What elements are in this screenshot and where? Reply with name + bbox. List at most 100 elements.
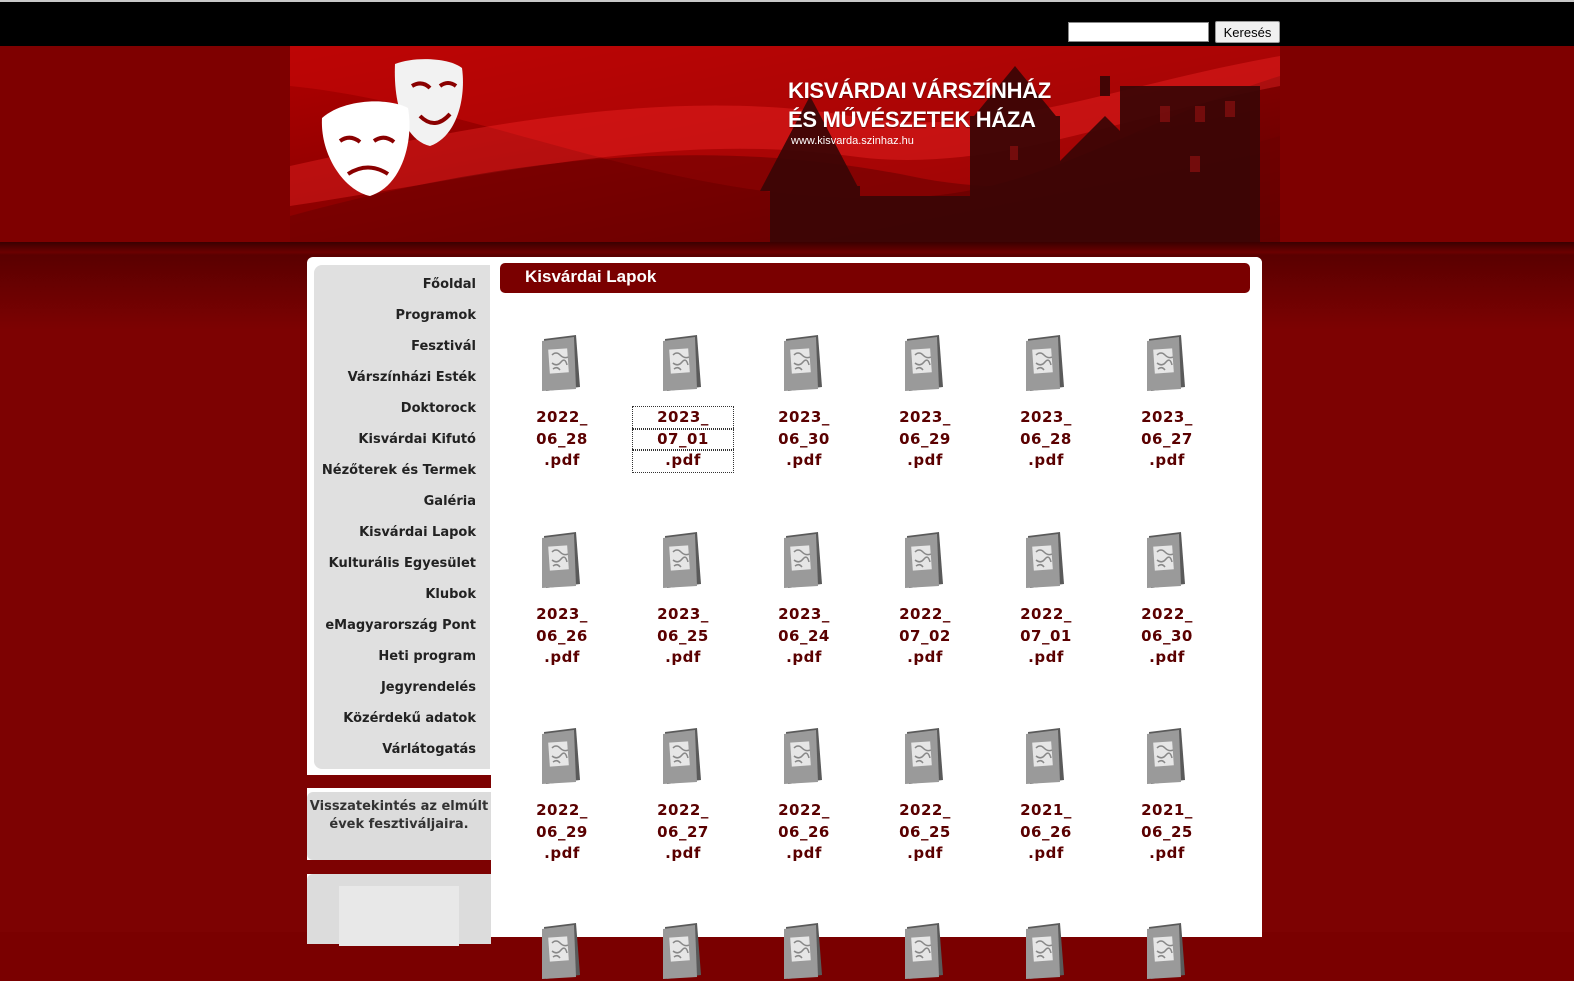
search-button[interactable]: Keresés bbox=[1215, 21, 1280, 43]
file-link[interactable]: 2022_ 06_26 .pdf bbox=[754, 800, 854, 865]
file-link[interactable]: 2023_ 07_01 .pdf bbox=[632, 406, 734, 473]
sidebar-item-12[interactable]: Heti program bbox=[378, 649, 476, 664]
file-item[interactable]: 2022_ 06_29 .pdf bbox=[512, 726, 612, 865]
file-item[interactable]: 2022_ 06_27 .pdf bbox=[633, 726, 733, 865]
file-document-icon[interactable] bbox=[754, 530, 854, 590]
file-document-icon[interactable] bbox=[1117, 530, 1217, 590]
file-item[interactable]: 2022_ 06_30 .pdf bbox=[1117, 530, 1217, 669]
sidebar-item-15[interactable]: Várlátogatás bbox=[382, 742, 476, 757]
file-item[interactable]: 2023_ 07_01 .pdf bbox=[632, 333, 734, 473]
file-document-icon[interactable] bbox=[996, 921, 1096, 981]
file-item[interactable]: 2023_ 06_24 .pdf bbox=[754, 530, 854, 669]
file-document-icon[interactable] bbox=[875, 530, 975, 590]
file-document-icon[interactable] bbox=[633, 726, 733, 786]
sidebar-item-6[interactable]: Nézőterek és Termek bbox=[322, 463, 476, 478]
file-name-part: 06_25 bbox=[1141, 822, 1193, 841]
sidebar-item-8[interactable]: Kisvárdai Lapok bbox=[359, 525, 476, 540]
file-item[interactable]: 2022_ 07_01 .pdf bbox=[996, 530, 1096, 669]
file-name-part: 2023_ bbox=[778, 408, 830, 426]
sidebar-item-5[interactable]: Kisvárdai Kifutó bbox=[358, 432, 476, 447]
file-link[interactable]: 2022_ 07_01 .pdf bbox=[996, 604, 1096, 669]
file-item-partial[interactable] bbox=[633, 921, 733, 981]
file-item[interactable]: 2022_ 06_28 .pdf bbox=[512, 333, 612, 472]
file-link[interactable]: 2022_ 06_27 .pdf bbox=[633, 800, 733, 865]
file-link[interactable]: 2021_ 06_25 .pdf bbox=[1117, 800, 1217, 865]
file-link[interactable]: 2022_ 06_28 .pdf bbox=[512, 407, 612, 472]
file-item[interactable]: 2023_ 06_26 .pdf bbox=[512, 530, 612, 669]
sidebar-item-2[interactable]: Fesztivál bbox=[411, 339, 476, 354]
file-document-icon[interactable] bbox=[875, 333, 975, 393]
file-document-icon[interactable] bbox=[996, 333, 1096, 393]
file-link[interactable]: 2023_ 06_27 .pdf bbox=[1117, 407, 1217, 472]
file-document-icon[interactable] bbox=[512, 921, 612, 981]
file-item[interactable]: 2021_ 06_25 .pdf bbox=[1117, 726, 1217, 865]
file-link[interactable]: 2023_ 06_25 .pdf bbox=[633, 604, 733, 669]
file-item[interactable]: 2022_ 06_26 .pdf bbox=[754, 726, 854, 865]
file-name-part: 07_01 bbox=[1020, 626, 1072, 645]
file-link[interactable]: 2023_ 06_26 .pdf bbox=[512, 604, 612, 669]
sidebar-item-7[interactable]: Galéria bbox=[424, 494, 476, 509]
file-item[interactable]: 2022_ 06_25 .pdf bbox=[875, 726, 975, 865]
sidebar-item-9[interactable]: Kulturális Egyesület bbox=[329, 556, 476, 571]
file-item-partial[interactable] bbox=[875, 921, 975, 981]
file-name-part: 07_02 bbox=[899, 626, 951, 645]
file-item-partial[interactable] bbox=[754, 921, 854, 981]
site-title-line2: ÉS MŰVÉSZETEK HÁZA bbox=[788, 107, 1036, 132]
page-title-bar: Kisvárdai Lapok bbox=[500, 263, 1250, 293]
file-document-icon[interactable] bbox=[1117, 726, 1217, 786]
file-document-icon[interactable] bbox=[754, 333, 854, 393]
file-document-icon[interactable] bbox=[875, 921, 975, 981]
site-url: www.kisvarda.szinhaz.hu bbox=[791, 135, 914, 147]
sidebar-item-11[interactable]: eMagyarország Pont bbox=[325, 618, 476, 633]
file-document-icon[interactable] bbox=[875, 726, 975, 786]
sidebar-item-4[interactable]: Doktorock bbox=[401, 401, 476, 416]
file-name-part: 06_26 bbox=[536, 626, 588, 645]
file-document-icon[interactable] bbox=[996, 530, 1096, 590]
file-name-part: 2021_ bbox=[1141, 801, 1193, 819]
sidebar-item-0[interactable]: Főoldal bbox=[423, 277, 476, 292]
file-document-icon[interactable] bbox=[512, 726, 612, 786]
file-link[interactable]: 2022_ 07_02 .pdf bbox=[875, 604, 975, 669]
file-link[interactable]: 2022_ 06_30 .pdf bbox=[1117, 604, 1217, 669]
search-input[interactable] bbox=[1068, 22, 1209, 42]
festival-archive-box[interactable]: Visszatekintés az elmúlt évek fesztiválj… bbox=[307, 792, 491, 860]
file-link[interactable]: 2023_ 06_29 .pdf bbox=[875, 407, 975, 472]
file-document-icon[interactable] bbox=[512, 333, 612, 393]
file-document-icon[interactable] bbox=[633, 921, 733, 981]
file-name-part: 2022_ bbox=[536, 408, 588, 426]
file-item-partial[interactable] bbox=[1117, 921, 1217, 981]
file-link[interactable]: 2023_ 06_30 .pdf bbox=[754, 407, 854, 472]
file-item[interactable]: 2021_ 06_26 .pdf bbox=[996, 726, 1096, 865]
sidebar-item-10[interactable]: Klubok bbox=[425, 587, 476, 602]
file-item-partial[interactable] bbox=[996, 921, 1096, 981]
file-document-icon[interactable] bbox=[754, 726, 854, 786]
sidebar-item-3[interactable]: Várszínházi Esték bbox=[348, 370, 476, 385]
file-document-icon[interactable] bbox=[996, 726, 1096, 786]
file-item[interactable]: 2023_ 06_29 .pdf bbox=[875, 333, 975, 472]
sidebar-item-14[interactable]: Közérdekű adatok bbox=[343, 711, 476, 726]
file-name-part: 2022_ bbox=[899, 801, 951, 819]
file-document-icon[interactable] bbox=[633, 333, 733, 393]
file-link[interactable]: 2023_ 06_24 .pdf bbox=[754, 604, 854, 669]
file-document-icon[interactable] bbox=[1117, 921, 1217, 981]
file-document-icon[interactable] bbox=[754, 921, 854, 981]
file-item[interactable]: 2023_ 06_28 .pdf bbox=[996, 333, 1096, 472]
sidebar-item-13[interactable]: Jegyrendelés bbox=[381, 680, 476, 695]
file-document-icon[interactable] bbox=[512, 530, 612, 590]
file-name-part: 06_29 bbox=[899, 429, 951, 448]
sidebar-item-1[interactable]: Programok bbox=[396, 308, 476, 323]
file-document-icon[interactable] bbox=[1117, 333, 1217, 393]
file-name-part: .pdf bbox=[632, 449, 734, 473]
file-item-partial[interactable] bbox=[512, 921, 612, 981]
file-item[interactable]: 2023_ 06_30 .pdf bbox=[754, 333, 854, 472]
file-document-icon[interactable] bbox=[633, 530, 733, 590]
file-name-part: 2023_ bbox=[778, 605, 830, 623]
file-name-part: 06_26 bbox=[778, 822, 830, 841]
file-item[interactable]: 2023_ 06_25 .pdf bbox=[633, 530, 733, 669]
file-link[interactable]: 2022_ 06_25 .pdf bbox=[875, 800, 975, 865]
file-link[interactable]: 2021_ 06_26 .pdf bbox=[996, 800, 1096, 865]
file-link[interactable]: 2022_ 06_29 .pdf bbox=[512, 800, 612, 865]
file-item[interactable]: 2023_ 06_27 .pdf bbox=[1117, 333, 1217, 472]
file-link[interactable]: 2023_ 06_28 .pdf bbox=[996, 407, 1096, 472]
file-item[interactable]: 2022_ 07_02 .pdf bbox=[875, 530, 975, 669]
